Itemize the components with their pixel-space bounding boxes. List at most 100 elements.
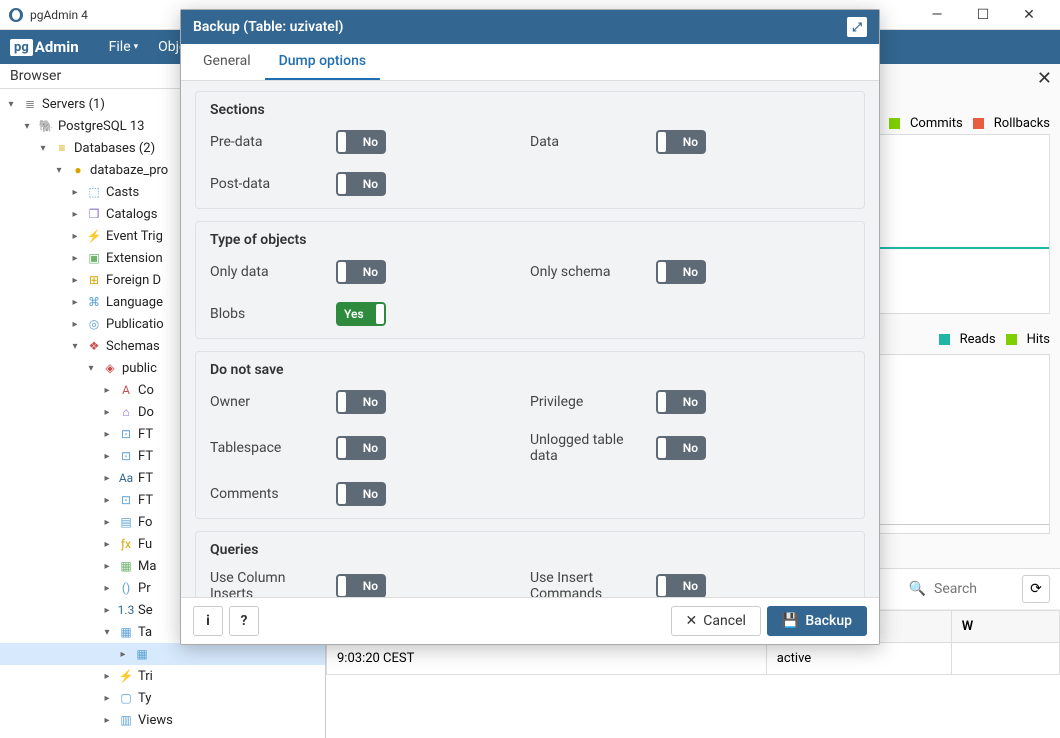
close-window-button[interactable]: ✕	[1006, 0, 1052, 30]
tree-item[interactable]: ▸ ▥ Views	[0, 709, 325, 731]
field-label: Only schema	[530, 264, 640, 280]
tree-toggle[interactable]: ▸	[100, 473, 114, 484]
info-button[interactable]: i	[193, 606, 223, 636]
tree-toggle[interactable]: ▸	[100, 561, 114, 572]
logo-prefix: pg	[10, 39, 33, 56]
tree-toggle[interactable]: ▸	[68, 297, 82, 308]
table-row[interactable]: 9:03:20 CESTactive	[327, 643, 1060, 675]
procedures-icon: ()	[118, 580, 134, 596]
backup-dialog: Backup (Table: uzivatel) ⤢ GeneralDump o…	[180, 9, 880, 645]
menu-file[interactable]: File▾	[99, 35, 149, 59]
section-do-not-save: Do not saveOwnerNoPrivilegeNoTablespaceN…	[195, 351, 865, 519]
tree-toggle[interactable]: ▸	[100, 605, 114, 616]
table-cell: 9:03:20 CEST	[327, 643, 767, 675]
refresh-button[interactable]: ⟳	[1022, 575, 1050, 603]
legend-label: Reads	[960, 332, 996, 347]
tree-item[interactable]: ▸ ▦	[0, 643, 325, 665]
toggle-owner[interactable]: No	[336, 390, 386, 414]
dialog-header[interactable]: Backup (Table: uzivatel) ⤢	[181, 10, 879, 44]
tree-toggle[interactable]: ▸	[100, 583, 114, 594]
toggle-only-data[interactable]: No	[336, 260, 386, 284]
tree-label: Tri	[138, 669, 153, 684]
help-button[interactable]: ?	[229, 606, 259, 636]
toggle-comments[interactable]: No	[336, 482, 386, 506]
maximize-button[interactable]: ☐	[960, 0, 1006, 30]
tree-toggle[interactable]: ▾	[100, 627, 114, 638]
section-title: Queries	[196, 532, 864, 564]
schema-icon: ◈	[102, 360, 118, 376]
tree-toggle[interactable]: ▾	[52, 165, 66, 176]
toggle-tablespace[interactable]: No	[336, 436, 386, 460]
casts-icon: ⬚	[86, 184, 102, 200]
panel-close-icon[interactable]: ✕	[1037, 68, 1052, 89]
tree-toggle[interactable]: ▸	[100, 385, 114, 396]
field-label: Owner	[210, 394, 320, 410]
tree-label: Ty	[138, 691, 151, 706]
field-label: Use Insert Commands	[530, 570, 640, 597]
field-label: Data	[530, 134, 640, 150]
tree-label: Fu	[138, 537, 152, 552]
tree-toggle[interactable]: ▸	[100, 671, 114, 682]
dialog-tabs: GeneralDump options	[181, 44, 879, 81]
table-header[interactable]: W	[951, 611, 1059, 643]
dialog-tab-general[interactable]: General	[189, 44, 265, 80]
server-icon: 🐘	[38, 118, 54, 134]
minimize-button[interactable]: —	[914, 0, 960, 30]
tree-toggle[interactable]: ▸	[100, 407, 114, 418]
triggers-icon: ⚡	[118, 668, 134, 684]
tree-toggle[interactable]: ▸	[68, 231, 82, 242]
tree-item[interactable]: ▸ ⚡ Tri	[0, 665, 325, 687]
toggle-blobs[interactable]: Yes	[336, 302, 386, 326]
tree-label: Fo	[138, 515, 152, 530]
toggle-only-schema[interactable]: No	[656, 260, 706, 284]
app-logo: pgAdmin	[10, 38, 79, 56]
tree-toggle[interactable]: ▸	[100, 539, 114, 550]
tree-label: Extension	[106, 251, 163, 266]
fts-template-icon: ⊡	[118, 492, 134, 508]
tree-toggle[interactable]: ▾	[36, 143, 50, 154]
tree-toggle[interactable]: ▸	[100, 693, 114, 704]
cancel-button[interactable]: ✕Cancel	[671, 606, 761, 636]
fts-config-icon: ⊡	[118, 426, 134, 442]
dialog-expand-icon[interactable]: ⤢	[847, 17, 867, 37]
tree-item[interactable]: ▸ ▢ Ty	[0, 687, 325, 709]
toggle-post-data[interactable]: No	[336, 172, 386, 196]
toggle-privilege[interactable]: No	[656, 390, 706, 414]
search-input[interactable]	[934, 581, 1014, 597]
tree-toggle[interactable]: ▸	[68, 187, 82, 198]
materialized-views-icon: ▦	[118, 558, 134, 574]
field-label: Only data	[210, 264, 320, 280]
tree-toggle[interactable]: ▸	[68, 253, 82, 264]
backup-button[interactable]: 💾Backup	[767, 606, 867, 636]
field-label: Blobs	[210, 306, 320, 322]
toggle-pre-data[interactable]: No	[336, 130, 386, 154]
dialog-body[interactable]: SectionsPre-dataNoDataNoPost-dataNoType …	[181, 81, 879, 597]
tree-label: Views	[138, 713, 173, 728]
section-queries: QueriesUse Column InsertsNoUse Insert Co…	[195, 531, 865, 597]
tree-toggle[interactable]: ▸	[116, 649, 130, 660]
tree-toggle[interactable]: ▾	[20, 121, 34, 132]
tree-toggle[interactable]: ▾	[4, 99, 18, 110]
tree-label: public	[122, 361, 157, 376]
toggle-use-column-inserts[interactable]: No	[336, 574, 386, 597]
section-title: Type of objects	[196, 222, 864, 254]
tree-toggle[interactable]: ▾	[84, 363, 98, 374]
toggle-data[interactable]: No	[656, 130, 706, 154]
tree-toggle[interactable]: ▸	[68, 209, 82, 220]
tree-toggle[interactable]: ▸	[100, 495, 114, 506]
tree-toggle[interactable]: ▸	[68, 275, 82, 286]
tree-label: FT	[138, 449, 153, 464]
tree-toggle[interactable]: ▸	[100, 715, 114, 726]
app-icon	[8, 7, 24, 23]
tree-toggle[interactable]: ▸	[100, 517, 114, 528]
toggle-unlogged-table-data[interactable]: No	[656, 436, 706, 460]
tree-toggle[interactable]: ▸	[68, 319, 82, 330]
tree-toggle[interactable]: ▸	[100, 451, 114, 462]
close-icon: ✕	[686, 613, 698, 629]
dialog-tab-dump-options[interactable]: Dump options	[265, 44, 380, 80]
tree-toggle[interactable]: ▸	[100, 429, 114, 440]
tree-toggle[interactable]: ▾	[68, 341, 82, 352]
toggle-use-insert-commands[interactable]: No	[656, 574, 706, 597]
schemas-icon: ❖	[86, 338, 102, 354]
window-controls: — ☐ ✕	[914, 0, 1052, 30]
